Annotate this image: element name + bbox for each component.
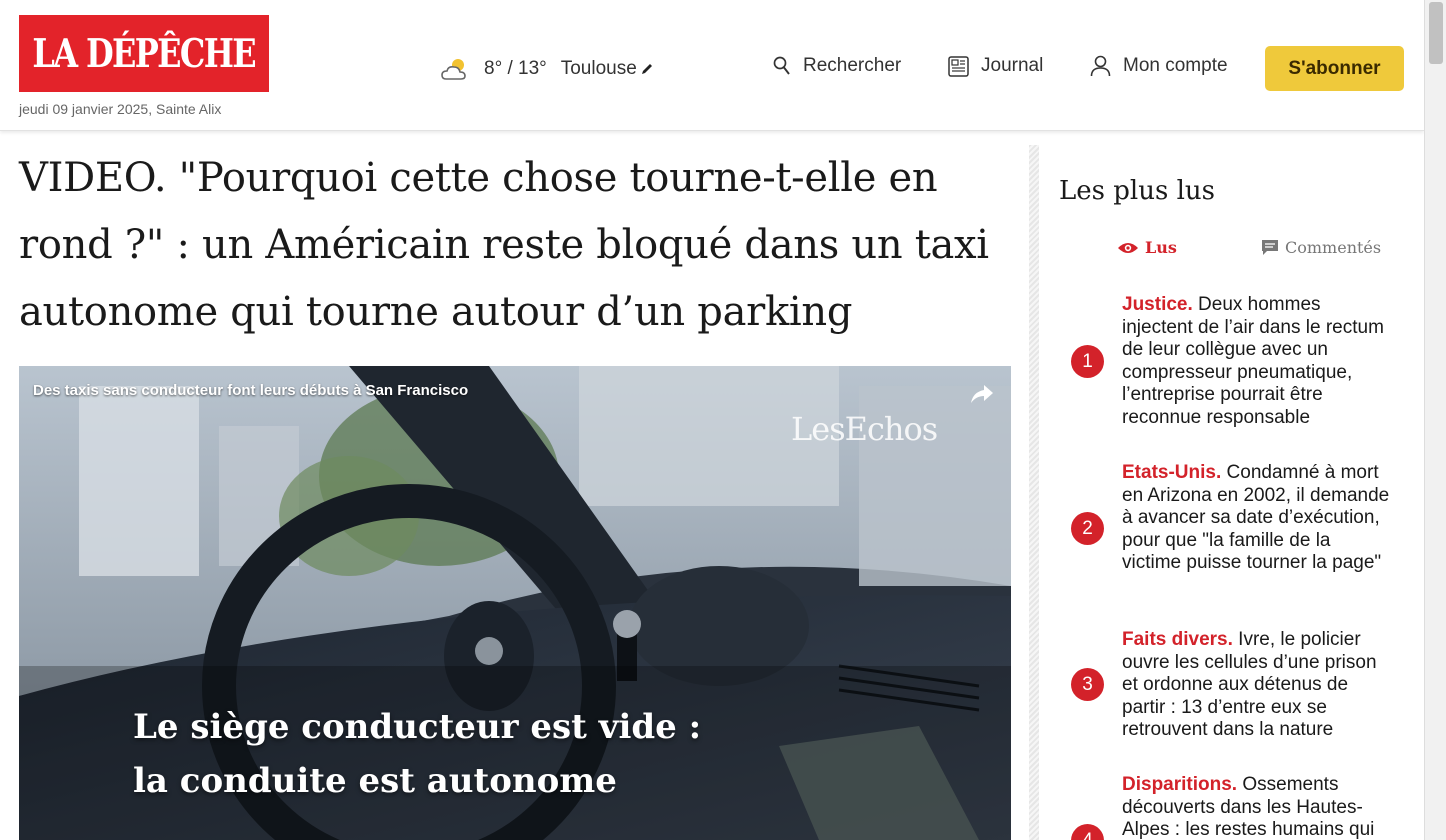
weather-widget[interactable]: 8° / 13° Toulouse	[440, 55, 654, 83]
tab-most-read-label: Lus	[1145, 238, 1177, 257]
weather-city[interactable]: Toulouse	[561, 58, 637, 80]
list-item-text[interactable]: Etats-Unis. Condamné à mort en Arizona e…	[1122, 462, 1391, 575]
subscribe-button[interactable]: S'abonner	[1265, 46, 1404, 91]
journal-button[interactable]: Journal	[948, 55, 1043, 77]
tab-most-read[interactable]: Lus	[1117, 238, 1177, 257]
current-date: jeudi 09 janvier 2025, Sainte Alix	[19, 101, 222, 117]
list-item-category: Justice.	[1122, 294, 1193, 315]
list-item-category: Disparitions.	[1122, 774, 1238, 795]
rank-badge: 4	[1071, 824, 1104, 840]
video-title: Des taxis sans conducteur font leurs déb…	[33, 382, 469, 399]
share-icon[interactable]	[969, 382, 995, 406]
list-item-text[interactable]: Disparitions. Ossements découverts dans …	[1122, 774, 1391, 840]
scrollbar-thumb[interactable]	[1429, 2, 1443, 64]
comment-icon	[1262, 240, 1278, 255]
newspaper-icon	[948, 55, 969, 77]
eye-icon	[1118, 242, 1138, 253]
account-button[interactable]: Mon compte	[1090, 55, 1228, 77]
tab-most-commented[interactable]: Commentés	[1261, 238, 1381, 257]
list-item-text[interactable]: Justice. Deux hommes injectent de l’air …	[1122, 294, 1391, 430]
search-label: Rechercher	[803, 55, 902, 76]
list-item-text[interactable]: Faits divers. Ivre, le policier ouvre le…	[1122, 629, 1391, 742]
site-logo[interactable]: LA DÉPÊCHE	[19, 15, 269, 92]
partly-sunny-icon	[441, 59, 466, 80]
list-item-category: Faits divers.	[1122, 629, 1233, 650]
video-caption: Le siège conducteur est vide : la condui…	[133, 700, 701, 808]
rank-badge: 1	[1071, 345, 1104, 378]
logo-text: LA DÉPÊCHE	[32, 30, 257, 77]
video-brand-logo: LesEchos	[791, 410, 938, 448]
user-icon	[1090, 55, 1111, 77]
video-caption-line-1: Le siège conducteur est vide :	[133, 707, 702, 747]
list-item-category: Etats-Unis.	[1122, 462, 1222, 483]
article-headline: VIDEO. "Pourquoi cette chose tourne-t-el…	[19, 155, 989, 335]
weather-temps: 8° / 13°	[484, 58, 547, 79]
video-player[interactable]: Des taxis sans conducteur font leurs déb…	[19, 366, 1011, 840]
journal-label: Journal	[981, 55, 1044, 76]
edit-pencil-icon[interactable]	[640, 62, 654, 76]
search-icon	[773, 56, 790, 75]
site-header: LA DÉPÊCHE jeudi 09 janvier 2025, Sainte…	[0, 0, 1424, 131]
search-button[interactable]: Rechercher	[773, 55, 901, 77]
column-divider	[1029, 145, 1039, 840]
rank-badge: 3	[1071, 668, 1104, 701]
rank-badge: 2	[1071, 512, 1104, 545]
page-scrollbar[interactable]	[1424, 0, 1446, 840]
account-label: Mon compte	[1123, 55, 1228, 76]
video-caption-line-2: la conduite est autonome	[133, 761, 617, 801]
tab-most-commented-label: Commentés	[1285, 238, 1382, 257]
most-read-title: Les plus lus	[1059, 176, 1215, 206]
